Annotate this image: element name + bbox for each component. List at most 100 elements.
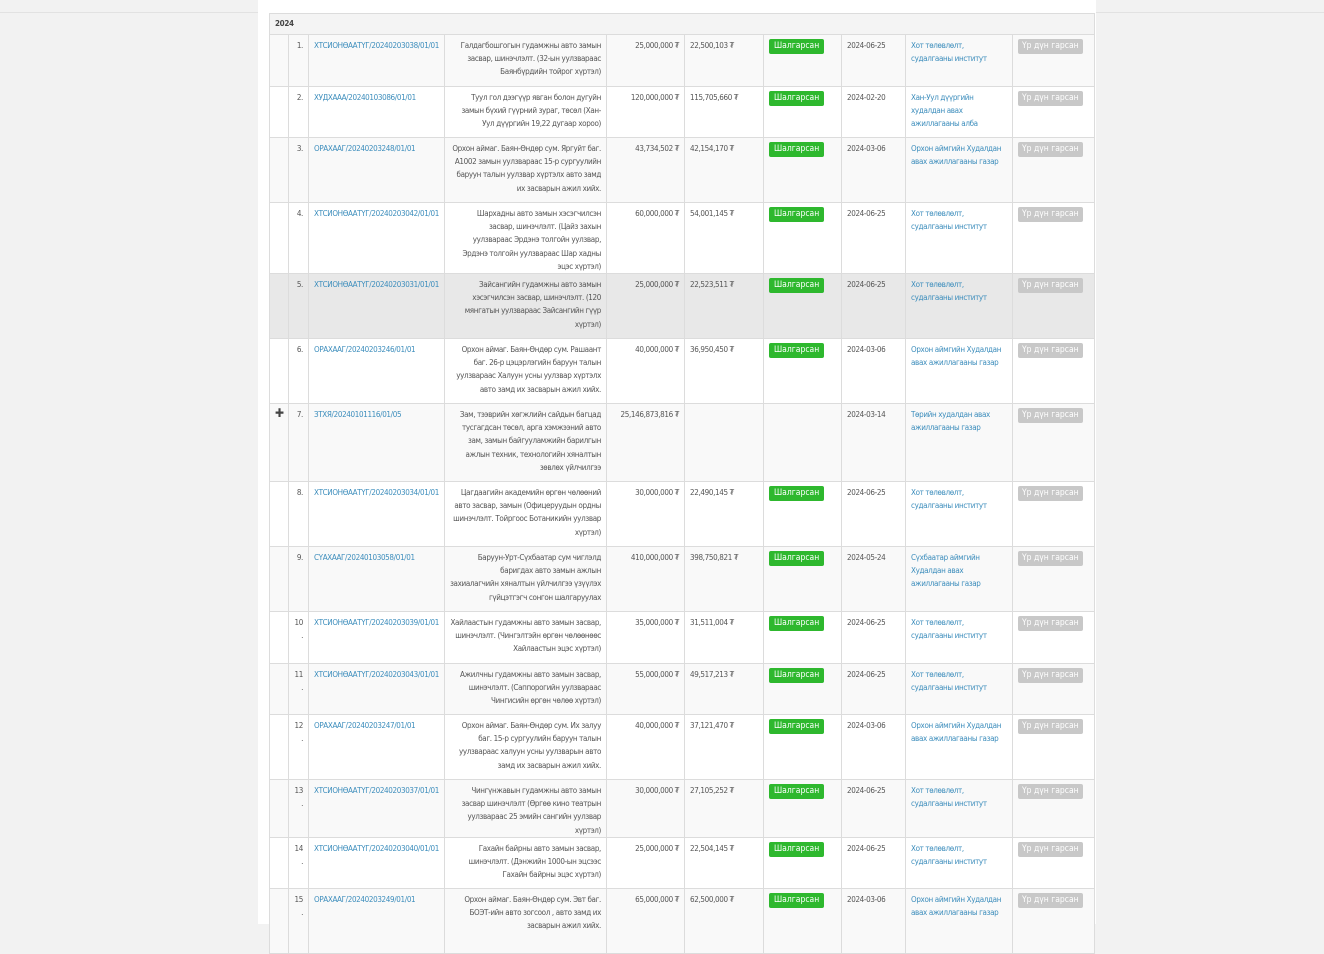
result-button[interactable]: Үр дүн гарсан [1018, 486, 1083, 502]
organization-link[interactable]: Хот төлөвлөлт, судалгааны институт [905, 836, 1013, 889]
result-cell: Үр дүн гарсан [1011, 86, 1096, 138]
organization-link[interactable]: Хот төлөвлөлт, судалгааны институт [905, 34, 1013, 87]
organization-link[interactable]: Хан-Уул дүүргийн худалдан авах ажиллагаа… [905, 86, 1013, 138]
organization-link[interactable]: Орхон аймгийн Худалдан авах ажиллагааны … [905, 137, 1013, 203]
organization-link[interactable]: Орхон аймгийн Худалдан авах ажиллагааны … [905, 714, 1013, 781]
table-row[interactable]: 12. ОРАХААГ/20240203247/01/01 Орхон аймаг.… [269, 714, 1096, 781]
row-number: 9. [288, 546, 309, 613]
tender-id-link[interactable]: ОРАХААГ/20240203247/01/01 [314, 721, 416, 730]
tender-id-link[interactable]: ХТСИОНӨААТҮГ/20240203043/01/01 [314, 670, 439, 679]
tender-description: Цагдаагийн академийн өргөн чөлөөний авто… [444, 481, 607, 548]
status-badge: Шалгарсан [769, 841, 825, 857]
date-cell: 2024-03-14 [841, 403, 906, 483]
status-cell: Шалгарсан [763, 137, 842, 203]
result-button[interactable]: Үр дүн гарсан [1018, 719, 1083, 735]
tender-id-link[interactable]: ХТСИОНӨААТҮГ/20240203038/01/01 [314, 41, 439, 50]
table-row[interactable]: 1. ХТСИОНӨААТҮГ/20240203038/01/01 Галдагбо… [269, 34, 1096, 87]
tender-id-link[interactable]: ХТСИОНӨААТҮГ/20240203034/01/01 [314, 488, 439, 497]
table-row[interactable]: 15. ОРАХААГ/20240203249/01/01 Орхон аймаг.… [269, 887, 1096, 954]
table-row[interactable]: 4. ХТСИОНӨААТҮГ/20240203042/01/01 Шархадны… [269, 201, 1096, 275]
result-button[interactable]: Үр дүн гарсан [1018, 784, 1083, 800]
table-row[interactable]: 6. ОРАХААГ/20240203246/01/01 Орхон аймаг. … [269, 338, 1096, 405]
date-cell: 2024-06-25 [841, 34, 906, 87]
organization-link[interactable]: Хот төлөвлөлт, судалгааны институт [905, 611, 1013, 665]
result-button[interactable]: Үр дүн гарсан [1018, 207, 1083, 222]
tender-id-link[interactable]: ХУДХААА/20240103086/01/01 [314, 93, 416, 102]
year-group-row: 2024 [268, 13, 1096, 35]
tender-id-link[interactable]: ХТСИОНӨААТҮГ/20240203040/01/01 [314, 844, 439, 853]
table-row[interactable]: 8. ХТСИОНӨААТҮГ/20240203034/01/01 Цагдааги… [269, 481, 1096, 548]
tender-description: Зам, тээврийн хөгжлийн сайдын багцад тус… [444, 403, 607, 483]
date-cell: 2024-03-06 [841, 887, 906, 954]
result-button[interactable]: Үр дүн гарсан [1018, 278, 1083, 294]
table-row[interactable]: 14. ХТСИОНӨААТҮГ/20240203040/01/01 Гахайн … [269, 836, 1096, 889]
tender-id-link[interactable]: СҮАХААГ/20240103058/01/01 [314, 553, 415, 562]
year-label: 2024 [268, 13, 1096, 35]
table-row[interactable]: 13. ХТСИОНӨААТҮГ/20240203037/01/01 Чингүнж… [269, 779, 1096, 838]
status-badge: Шалгарсан [769, 343, 825, 359]
result-cell: Үр дүн гарсан [1011, 887, 1096, 954]
result-button[interactable]: Үр дүн гарсан [1018, 142, 1083, 157]
status-badge: Шалгарсан [769, 668, 825, 684]
result-button[interactable]: Үр дүн гарсан [1018, 668, 1083, 684]
table-row[interactable]: 3. ОРАХААГ/20240203248/01/01 Орхон аймаг. … [269, 137, 1096, 203]
tender-id-link[interactable]: ОРАХААГ/20240203246/01/01 [314, 345, 416, 354]
result-button[interactable]: Үр дүн гарсан [1018, 343, 1083, 359]
row-number: 11. [288, 663, 309, 716]
organization-link[interactable]: Орхон аймгийн Худалдан авах ажиллагааны … [905, 887, 1013, 954]
tender-description: Ажилчны гудамжны авто замын засвар, шинэ… [444, 663, 607, 716]
row-number: 12. [288, 714, 309, 781]
date-cell: 2024-03-06 [841, 338, 906, 405]
organization-link[interactable]: Орхон аймгийн Худалдан авах ажиллагааны … [905, 338, 1013, 405]
row-number: 6. [288, 338, 309, 405]
organization-link[interactable]: Хот төлөвлөлт, судалгааны институт [905, 201, 1013, 275]
result-button[interactable]: Үр дүн гарсан [1018, 551, 1083, 567]
organization-link[interactable]: Сүхбаатар аймгийн Худалдан авах ажиллага… [905, 546, 1013, 613]
result-button[interactable]: Үр дүн гарсан [1018, 91, 1083, 106]
bid-amount: 22,500,103 ₮ [684, 34, 764, 87]
result-button[interactable]: Үр дүн гарсан [1018, 408, 1083, 424]
date-cell: 2024-06-25 [841, 481, 906, 548]
result-button[interactable]: Үр дүн гарсан [1018, 841, 1083, 857]
organization-link[interactable]: Хот төлөвлөлт, судалгааны институт [905, 779, 1013, 838]
budget-amount: 25,000,000 ₮ [606, 273, 685, 340]
row-number: 8. [288, 481, 309, 548]
status-badge: Шалгарсан [769, 486, 825, 502]
status-cell: Шалгарсан [763, 338, 842, 405]
row-number: 14. [288, 836, 309, 889]
bid-amount: 62,500,000 ₮ [684, 887, 764, 954]
table-row[interactable]: 2. ХУДХААА/20240103086/01/01 Туул гол дээг… [269, 86, 1096, 138]
expand-cell [269, 546, 289, 613]
table-row[interactable]: 9. СҮАХААГ/20240103058/01/01 Баруун-Урт-Сү… [269, 546, 1096, 613]
organization-link[interactable]: Хот төлөвлөлт, судалгааны институт [905, 273, 1013, 340]
expand-plus-icon[interactable]: ✚ [275, 406, 284, 420]
tender-id-link[interactable]: ХТСИОНӨААТҮГ/20240203031/01/01 [314, 280, 439, 289]
tender-description: Зайсангийн гудамжны авто замын хэсэгчилс… [444, 273, 607, 340]
result-button[interactable]: Үр дүн гарсан [1018, 892, 1083, 908]
budget-amount: 30,000,000 ₮ [606, 779, 685, 838]
table-row[interactable]: ✚ 7. ЗТХЯ/20240101116/01/05 Зам, тээврийн х… [269, 403, 1096, 483]
budget-amount: 65,000,000 ₮ [606, 887, 685, 954]
table-row[interactable]: 5. ХТСИОНӨААТҮГ/20240203031/01/01 Зайсанги… [269, 273, 1096, 340]
tender-id-link[interactable]: ОРАХААГ/20240203248/01/01 [314, 144, 416, 153]
expand-cell[interactable]: ✚ [269, 403, 289, 483]
result-button[interactable]: Үр дүн гарсан [1018, 616, 1083, 632]
result-button[interactable]: Үр дүн гарсан [1018, 39, 1083, 54]
status-cell: Шалгарсан [763, 663, 842, 716]
table-row[interactable]: 11. ХТСИОНӨААТҮГ/20240203043/01/01 Ажилчны… [269, 663, 1096, 716]
expand-cell [269, 663, 289, 716]
table-row[interactable]: 10. ХТСИОНӨААТҮГ/20240203039/01/01 Хайлаас… [269, 611, 1096, 665]
tender-id-link[interactable]: ОРАХААГ/20240203249/01/01 [314, 895, 416, 904]
result-cell: Үр дүн гарсан [1011, 338, 1096, 405]
organization-link[interactable]: Төрийн худалдан авах ажиллагааны газар [905, 403, 1013, 483]
organization-link[interactable]: Хот төлөвлөлт, судалгааны институт [905, 481, 1013, 548]
tender-id-link[interactable]: ХТСИОНӨААТҮГ/20240203037/01/01 [314, 786, 439, 795]
organization-link[interactable]: Хот төлөвлөлт, судалгааны институт [905, 663, 1013, 716]
tender-id-link[interactable]: ЗТХЯ/20240101116/01/05 [314, 410, 402, 419]
bid-amount: 49,517,213 ₮ [684, 663, 764, 716]
tender-id-link[interactable]: ХТСИОНӨААТҮГ/20240203039/01/01 [314, 618, 439, 627]
status-cell: Шалгарсан [763, 779, 842, 838]
result-cell: Үр дүн гарсан [1011, 481, 1096, 548]
status-cell [763, 403, 842, 483]
tender-id-link[interactable]: ХТСИОНӨААТҮГ/20240203042/01/01 [314, 209, 439, 218]
